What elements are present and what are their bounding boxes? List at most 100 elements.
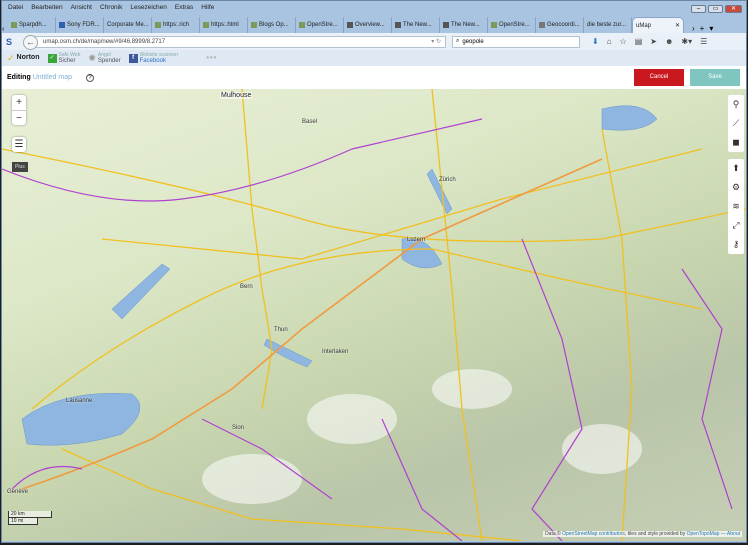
tab[interactable]: Sony FDR... xyxy=(56,17,104,33)
minimize-button[interactable]: – xyxy=(691,5,706,13)
center-zoom-icon[interactable]: ⤢ xyxy=(732,216,739,235)
place-label: Zürich xyxy=(439,177,456,183)
check-icon: ✓ xyxy=(47,53,57,63)
extension-icon[interactable]: ✱▾ xyxy=(681,37,692,46)
norton-toolbar: ✓ Norton ✓ Safe Web Sicher ✺ Angel Spender fW… xyxy=(2,50,746,66)
sync-icon[interactable]: S xyxy=(6,37,16,47)
more-icon[interactable]: ●●● xyxy=(206,55,217,61)
norton-facebook[interactable]: f Website scannen Facebook xyxy=(128,52,178,64)
lake-neuchatel xyxy=(111,263,171,320)
tab[interactable]: OpenStre... xyxy=(296,17,344,33)
tab[interactable]: Overview... xyxy=(344,17,392,33)
menu-view[interactable]: Ansicht xyxy=(71,4,92,11)
url-text: umap.osm.ch/de/map/new/#9/46.8999/8.2717 xyxy=(43,38,166,45)
tooltip: Plus xyxy=(12,162,28,172)
menu-edit[interactable]: Bearbeiten xyxy=(31,4,62,11)
place-label: Genève xyxy=(7,489,29,495)
tab[interactable]: https:.rich xyxy=(152,17,200,33)
menu-bar: Datei Bearbeiten Ansicht Chronik Lesezei… xyxy=(2,1,746,13)
reload-icon[interactable]: ▾ ↻ xyxy=(431,38,441,45)
gear-icon: ✺ xyxy=(88,53,96,63)
permissions-key-icon[interactable]: ⚷ xyxy=(733,235,740,254)
maximize-button[interactable]: ▭ xyxy=(708,5,723,13)
tab-scroll-right-icon[interactable]: › xyxy=(692,24,695,33)
layers-control: ☰ xyxy=(12,137,26,152)
lake-zurich xyxy=(426,168,453,215)
bookmark-star-icon[interactable]: ☆ xyxy=(620,37,627,46)
zoom-out-button[interactable]: − xyxy=(12,110,26,125)
place-label: Lausanne xyxy=(66,398,93,404)
favicon-icon xyxy=(11,22,17,28)
tilelayer-icon[interactable]: ≋ xyxy=(732,197,740,216)
zoom-control: + − xyxy=(12,95,26,125)
tab[interactable]: Geocoordi... xyxy=(536,17,584,33)
lake-constance xyxy=(601,105,658,131)
menu-help[interactable]: Hilfe xyxy=(201,4,214,11)
menu-history[interactable]: Chronik xyxy=(100,4,122,11)
osm-link[interactable]: OpenStreetMap contributors xyxy=(562,531,625,537)
favicon-icon xyxy=(59,22,65,28)
norton-identity[interactable]: ✺ Angel Spender xyxy=(88,52,120,64)
place-label: Sion xyxy=(232,425,245,431)
tab[interactable]: OpenStre... xyxy=(488,17,536,33)
scale-bar: 20 km 10 mi xyxy=(8,511,52,525)
tab[interactable]: Sparpdh... xyxy=(8,17,56,33)
favicon-icon xyxy=(491,22,497,28)
menu-file[interactable]: Datei xyxy=(8,4,23,11)
nav-bar: S ← umap.osm.ch/de/map/new/#9/46.8999/8.… xyxy=(2,33,746,50)
editing-label: Editing xyxy=(7,74,31,81)
tab-active[interactable]: uMap ✕ xyxy=(632,17,684,33)
norton-logo[interactable]: ✓ Norton xyxy=(7,54,40,63)
polyline-icon[interactable]: ⟋ xyxy=(733,114,739,133)
map-canvas[interactable]: Mulhouse Zürich Luzern Bern Thun Lausann… xyxy=(2,89,746,541)
menu-tools[interactable]: Extras xyxy=(175,4,193,11)
favicon-icon xyxy=(251,22,257,28)
chat-icon[interactable]: ☻ xyxy=(665,37,673,46)
tab[interactable]: Blogs Op... xyxy=(248,17,296,33)
tab[interactable]: https:.html xyxy=(200,17,248,33)
place-label: Interlaken xyxy=(322,349,349,355)
tab[interactable]: The New... xyxy=(392,17,440,33)
address-bar[interactable]: ← umap.osm.ch/de/map/new/#9/46.8999/8.27… xyxy=(23,34,446,50)
close-tab-icon[interactable]: ✕ xyxy=(675,22,680,29)
back-icon[interactable]: ← xyxy=(23,34,38,50)
layers-icon[interactable]: ☰ xyxy=(12,137,26,152)
tab[interactable]: The New... xyxy=(440,17,488,33)
bookmarks-list-icon[interactable]: ▤ xyxy=(635,37,643,46)
search-bar[interactable]: ⌕ geopole xyxy=(452,35,580,48)
help-icon[interactable]: ? xyxy=(86,73,95,82)
favicon-icon xyxy=(347,22,353,28)
cancel-button[interactable]: Cancel xyxy=(634,69,684,86)
draw-toolbar: ⚲ ⟋ ◼ xyxy=(728,95,744,152)
tab[interactable]: Corporate Me... xyxy=(104,17,152,33)
map-title[interactable]: Untitled map xyxy=(33,74,72,81)
about-link[interactable]: — About xyxy=(721,531,740,537)
favicon-icon xyxy=(443,22,449,28)
menu-hamburger-icon[interactable]: ☰ xyxy=(700,37,707,46)
browser-window: Datei Bearbeiten Ansicht Chronik Lesezei… xyxy=(1,0,747,543)
polygon-icon[interactable]: ◼ xyxy=(732,133,739,152)
settings-gear-icon[interactable]: ⚙ xyxy=(732,178,740,197)
tab-strip: ‹ Sparpdh... Sony FDR... Corporate Me...… xyxy=(2,16,746,33)
import-icon[interactable]: ⬆ xyxy=(732,159,740,178)
favicon-icon xyxy=(203,22,209,28)
menu-bookmarks[interactable]: Lesezeichen xyxy=(130,4,167,11)
marker-icon[interactable]: ⚲ xyxy=(733,95,740,114)
close-button[interactable]: ✕ xyxy=(725,5,742,13)
opentopomap-link[interactable]: OpenTopoMap xyxy=(687,531,720,537)
new-tab-button[interactable]: + xyxy=(700,24,705,33)
place-label: Basel xyxy=(302,119,318,125)
zoom-in-button[interactable]: + xyxy=(12,95,26,110)
favicon-icon xyxy=(299,22,305,28)
tab[interactable]: die beste zur... xyxy=(584,17,632,33)
home-icon[interactable]: ⌂ xyxy=(607,37,612,46)
send-icon[interactable]: ➤ xyxy=(650,37,657,46)
edit-bar: Editing Untitled map ? Cancel Save xyxy=(2,66,746,89)
place-label: Thun xyxy=(274,327,288,333)
search-icon: ⌕ xyxy=(456,38,460,44)
save-button[interactable]: Save xyxy=(690,69,740,86)
download-icon[interactable]: ⬇ xyxy=(592,37,599,46)
map-tiles xyxy=(2,89,746,541)
norton-safe-web[interactable]: ✓ Safe Web Sicher xyxy=(47,52,80,64)
tab-list-icon[interactable]: ▾ xyxy=(709,24,713,33)
